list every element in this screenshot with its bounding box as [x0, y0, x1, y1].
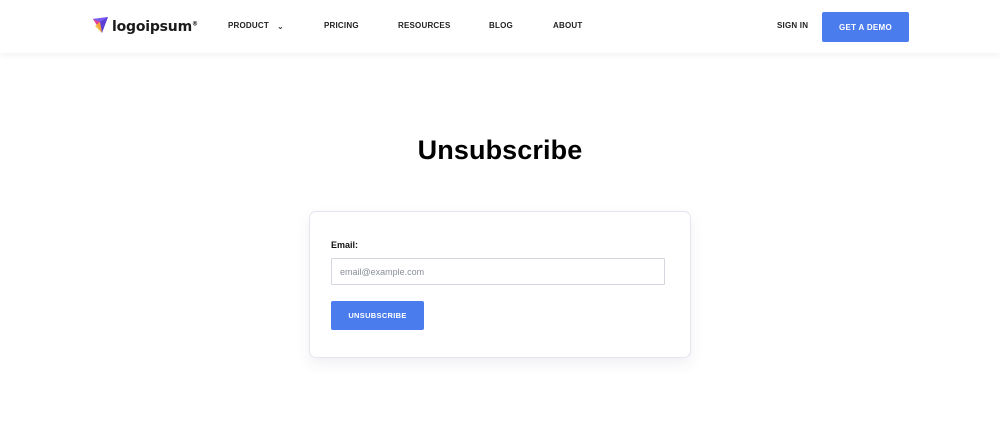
registered-mark: ® [191, 19, 198, 27]
logo[interactable]: logoipsum® [92, 16, 198, 39]
logo-icon [92, 16, 109, 39]
email-label: Email: [331, 240, 359, 250]
page-title: Unsubscribe [417, 135, 583, 165]
unsubscribe-form-card: Email: UNSUBSCRIBE [309, 211, 691, 358]
get-a-demo-button[interactable]: GET A DEMO [822, 12, 909, 42]
sign-in-link[interactable]: SIGN IN [777, 21, 808, 30]
unsubscribe-button[interactable]: UNSUBSCRIBE [331, 301, 424, 330]
email-field[interactable] [331, 258, 665, 285]
nav-item-resources[interactable]: RESOURCES [398, 21, 450, 30]
nav-item-label: PRODUCT [228, 21, 269, 30]
nav-item-about[interactable]: ABOUT [553, 21, 582, 30]
nav-item-pricing[interactable]: PRICING [324, 21, 359, 30]
site-header: logoipsum® PRODUCT ⌄ PRICING RESOURCES BL… [0, 0, 1000, 53]
nav-item-blog[interactable]: BLOG [489, 21, 513, 30]
nav-item-product[interactable]: PRODUCT ⌄ [228, 21, 284, 31]
logo-text: logoipsum® [112, 18, 198, 35]
chevron-down-icon: ⌄ [276, 22, 284, 31]
